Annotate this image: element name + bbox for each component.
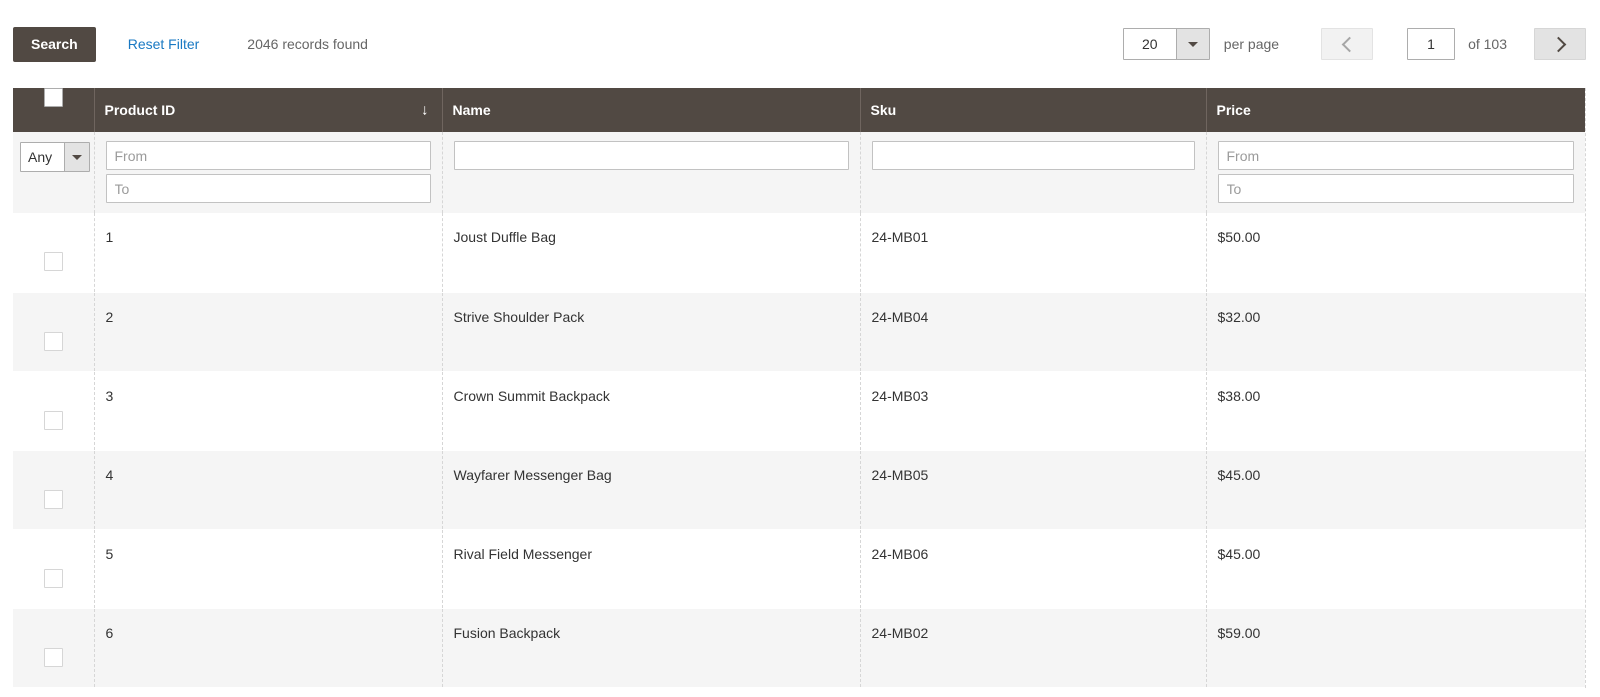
chevron-down-icon xyxy=(64,143,89,171)
row-select-cell[interactable] xyxy=(13,529,95,609)
total-pages-label: of 103 xyxy=(1468,36,1507,52)
cell-price: $45.00 xyxy=(1206,450,1585,530)
per-page-value: 20 xyxy=(1123,29,1176,59)
row-checkbox[interactable] xyxy=(43,410,63,430)
cell-price: $32.00 xyxy=(1206,292,1585,372)
chevron-right-icon xyxy=(1550,36,1566,52)
table-row[interactable]: 2 Strive Shoulder Pack 24-MB04 $32.00 xyxy=(13,292,1585,372)
row-select-cell[interactable] xyxy=(13,371,95,451)
filter-cell-product-id xyxy=(94,132,443,213)
column-header-price[interactable]: Price xyxy=(1206,88,1585,132)
cell-sku: 24-MB04 xyxy=(860,292,1207,372)
table-row[interactable]: 6 Fusion Backpack 24-MB02 $59.00 xyxy=(13,608,1585,688)
cell-price: $59.00 xyxy=(1206,608,1585,688)
cell-name: Wayfarer Messenger Bag xyxy=(442,450,861,530)
grid-body: Any From To From To 1 Joust Duffle Bag 2… xyxy=(13,132,1585,688)
row-checkbox[interactable] xyxy=(43,489,63,509)
column-header-label: Product ID xyxy=(104,102,176,118)
records-found-count: 2046 records found xyxy=(247,36,368,52)
row-checkbox[interactable] xyxy=(43,252,63,272)
filter-product-id-to-input[interactable] xyxy=(105,174,431,203)
cell-sku: 24-MB05 xyxy=(860,450,1207,530)
cell-product-id: 4 xyxy=(94,450,443,530)
arrow-down-icon: ↓ xyxy=(421,101,429,119)
cell-price: $50.00 xyxy=(1206,213,1585,293)
table-row[interactable]: 1 Joust Duffle Bag 24-MB01 $50.00 xyxy=(13,213,1585,293)
pager-group: of 103 xyxy=(1321,28,1586,60)
column-header-label: Sku xyxy=(870,102,897,118)
filter-cell-price xyxy=(1206,132,1585,213)
pagination-controls: 20 per page of 103 xyxy=(1122,0,1586,88)
cell-name: Rival Field Messenger xyxy=(442,529,861,609)
product-grid-table: Product ID ↓ Name Sku Price Any From To … xyxy=(13,88,1585,688)
massaction-any-select[interactable]: Any xyxy=(20,142,90,172)
cell-name: Strive Shoulder Pack xyxy=(442,292,861,372)
cell-product-id: 5 xyxy=(94,529,443,609)
product-grid: Product ID ↓ Name Sku Price Any From To … xyxy=(13,88,1586,688)
filter-name-input[interactable] xyxy=(453,141,849,170)
grid-toolbar: Search Reset Filter 2046 records found 2… xyxy=(0,0,1600,88)
cell-name: Crown Summit Backpack xyxy=(442,371,861,451)
cell-sku: 24-MB03 xyxy=(860,371,1207,451)
table-row[interactable]: 4 Wayfarer Messenger Bag 24-MB05 $45.00 xyxy=(13,450,1585,530)
row-select-cell[interactable] xyxy=(13,608,95,688)
chevron-down-icon xyxy=(1175,29,1209,59)
search-button[interactable]: Search xyxy=(13,26,96,62)
column-header-label: Name xyxy=(452,102,491,118)
table-row[interactable]: 5 Rival Field Messenger 24-MB06 $45.00 xyxy=(13,529,1585,609)
row-select-cell[interactable] xyxy=(13,450,95,530)
filter-cell-massaction: Any xyxy=(13,132,95,213)
cell-sku: 24-MB02 xyxy=(860,608,1207,688)
previous-page-button[interactable] xyxy=(1321,28,1374,60)
select-all-header[interactable] xyxy=(13,88,95,132)
row-checkbox[interactable] xyxy=(43,647,63,667)
cell-price: $38.00 xyxy=(1206,371,1585,451)
reset-filter-link[interactable]: Reset Filter xyxy=(128,36,200,52)
filter-cell-name xyxy=(442,132,861,213)
cell-price: $45.00 xyxy=(1206,529,1585,609)
cell-name: Joust Duffle Bag xyxy=(442,213,861,293)
filter-cell-sku xyxy=(860,132,1207,213)
table-row[interactable]: 3 Crown Summit Backpack 24-MB03 $38.00 xyxy=(13,371,1585,451)
cell-sku: 24-MB06 xyxy=(860,529,1207,609)
filter-price-from-input[interactable] xyxy=(1217,141,1574,170)
grid-header: Product ID ↓ Name Sku Price xyxy=(13,88,1585,132)
cell-product-id: 1 xyxy=(94,213,443,293)
filter-product-id-from-input[interactable] xyxy=(105,141,431,170)
grid-filter-row: Any xyxy=(13,132,1585,213)
page-number-input[interactable] xyxy=(1407,28,1456,60)
column-header-label: Price xyxy=(1216,102,1251,118)
per-page-select[interactable]: 20 xyxy=(1122,28,1210,60)
column-header-name[interactable]: Name xyxy=(442,88,861,132)
filter-price-to-input[interactable] xyxy=(1217,174,1574,203)
select-all-checkbox[interactable] xyxy=(43,88,63,107)
next-page-button[interactable] xyxy=(1534,28,1586,60)
cell-product-id: 2 xyxy=(94,292,443,372)
row-select-cell[interactable] xyxy=(13,213,95,293)
massaction-any-value: Any xyxy=(28,149,53,165)
row-checkbox[interactable] xyxy=(43,568,63,588)
column-header-sku[interactable]: Sku xyxy=(860,88,1207,132)
chevron-left-icon xyxy=(1341,36,1357,52)
toolbar-left-group: Search Reset Filter 2046 records found xyxy=(13,26,368,62)
cell-product-id: 6 xyxy=(94,608,443,688)
grid-header-row: Product ID ↓ Name Sku Price xyxy=(13,88,1585,132)
cell-sku: 24-MB01 xyxy=(860,213,1207,293)
row-select-cell[interactable] xyxy=(13,292,95,372)
cell-product-id: 3 xyxy=(94,371,443,451)
row-checkbox[interactable] xyxy=(43,331,63,351)
per-page-label: per page xyxy=(1223,36,1280,52)
column-header-product-id[interactable]: Product ID ↓ xyxy=(94,88,443,132)
filter-sku-input[interactable] xyxy=(871,141,1195,170)
cell-name: Fusion Backpack xyxy=(442,608,861,688)
